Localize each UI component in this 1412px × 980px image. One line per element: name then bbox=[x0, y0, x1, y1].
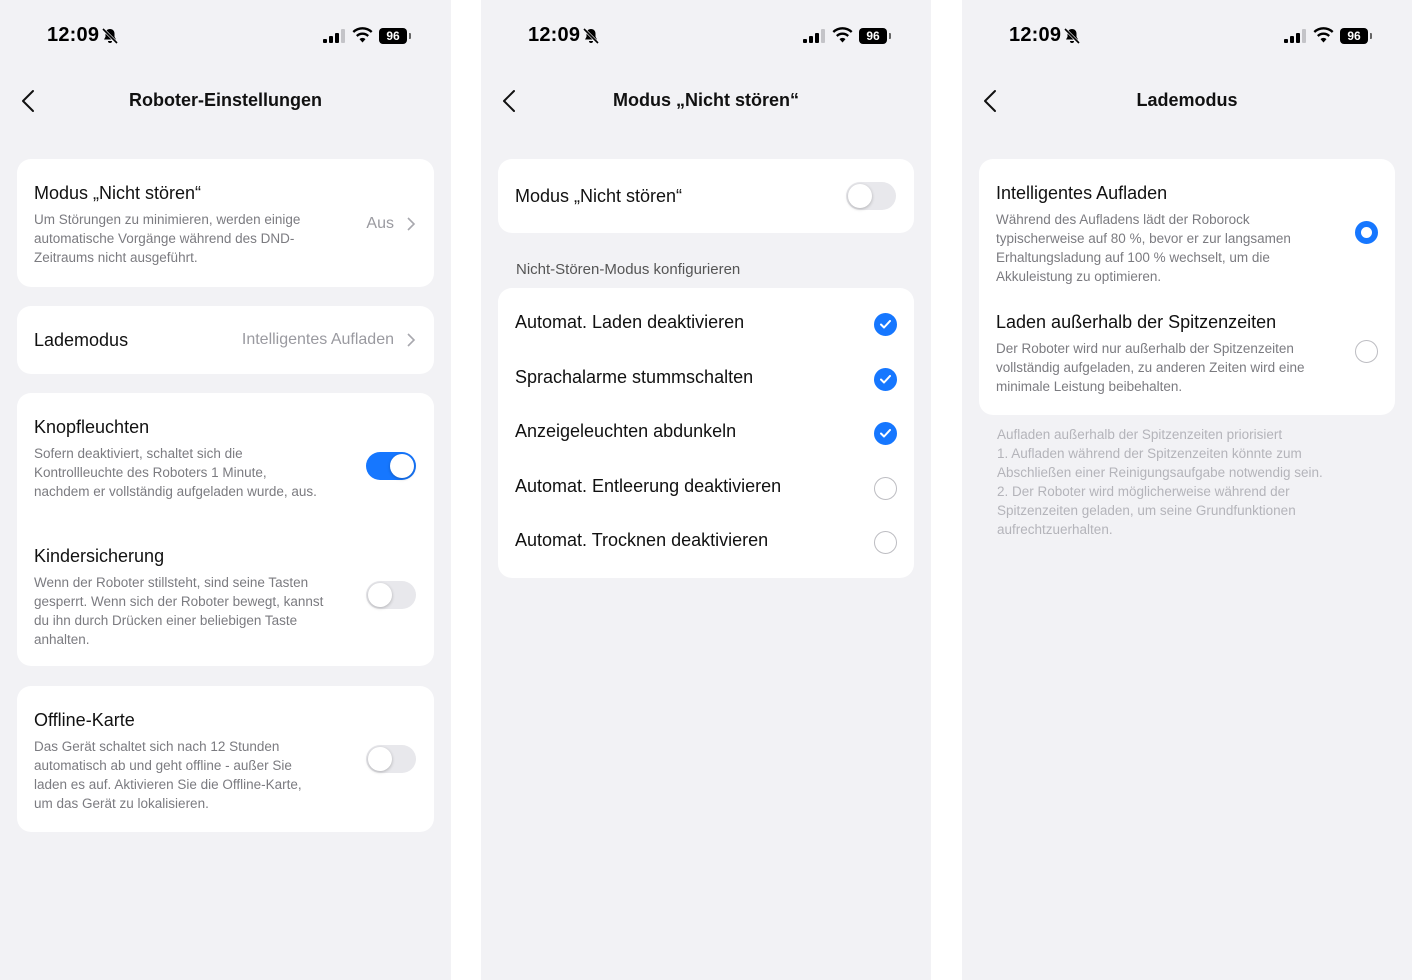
lights-lock-card: Knopfleuchten Sofern deaktiviert, schalt… bbox=[17, 393, 434, 666]
page-title: Roboter-Einstellungen bbox=[129, 90, 322, 110]
dnd-toggle-label: Modus „Nicht stören“ bbox=[515, 186, 683, 206]
chevron-right-icon bbox=[407, 217, 416, 231]
offline-map-desc: Das Gerät schaltet sich nach 12 Stunden … bbox=[34, 739, 302, 811]
childlock-title: Kindersicherung bbox=[34, 546, 165, 566]
option-label: Automat. Trocknen deaktivieren bbox=[515, 530, 769, 550]
dnd-toggle[interactable] bbox=[846, 182, 896, 210]
status-time: 12:09 bbox=[47, 24, 100, 46]
checkmark-icon bbox=[880, 429, 891, 438]
dnd-setting-value: Aus bbox=[366, 215, 394, 232]
nav-bar: Lademodus bbox=[962, 78, 1412, 124]
option-label: Sprachalarme stummschalten bbox=[515, 367, 754, 387]
option-desc: Während des Aufladens lädt der Roborock … bbox=[996, 212, 1291, 284]
option-label: Anzeigeleuchten abdunkeln bbox=[515, 421, 737, 441]
battery-icon: 96 bbox=[379, 28, 411, 44]
status-bar: 12:09 96 bbox=[962, 0, 1412, 70]
checkmark-icon bbox=[880, 320, 891, 329]
buttonlights-title: Knopfleuchten bbox=[34, 417, 150, 437]
bell-slash-icon bbox=[1063, 27, 1081, 45]
checkmark-icon bbox=[880, 375, 891, 384]
option-desc: Der Roboter wird nur außerhalb der Spitz… bbox=[996, 341, 1305, 394]
charge-mode-value: Intelligentes Aufladen bbox=[241, 331, 394, 348]
screen-dnd-mode: 12:09 96 Modus „Nicht stören“ Modus „Nic… bbox=[481, 0, 931, 980]
offline-map-card: Offline-Karte Das Gerät schaltet sich na… bbox=[17, 686, 434, 832]
list-item[interactable]: Automat. Entleerung deaktivieren bbox=[498, 461, 914, 515]
status-bar: 12:09 96 bbox=[481, 0, 931, 70]
option-label: Automat. Entleerung deaktivieren bbox=[515, 476, 782, 496]
page-title: Lademodus bbox=[1136, 90, 1238, 110]
option-checkbox[interactable] bbox=[874, 531, 897, 554]
childlock-toggle[interactable] bbox=[366, 581, 416, 609]
option-checkbox[interactable] bbox=[874, 313, 897, 336]
signal-icon bbox=[1284, 29, 1306, 43]
status-time: 12:09 bbox=[1009, 24, 1062, 46]
charge-mode-row[interactable]: Lademodus Intelligentes Aufladen bbox=[17, 306, 434, 374]
charge-mode-title: Lademodus bbox=[34, 330, 129, 350]
charge-option-smart[interactable]: Intelligentes Aufladen Während des Aufla… bbox=[996, 183, 1325, 286]
dnd-toggle-row: Modus „Nicht stören“ bbox=[498, 159, 914, 233]
childlock-desc: Wenn der Roboter stillsteht, sind seine … bbox=[34, 575, 324, 647]
screen-charge-mode: 12:09 96 Lademodus Intelligentes Auflade… bbox=[962, 0, 1412, 980]
dnd-options-card: Automat. Laden deaktivieren Sprachalarme… bbox=[498, 288, 914, 578]
offline-map-toggle[interactable] bbox=[366, 745, 416, 773]
status-time: 12:09 bbox=[528, 24, 581, 46]
signal-icon bbox=[323, 29, 345, 43]
page-title: Modus „Nicht stören“ bbox=[612, 90, 799, 110]
option-title: Laden außerhalb der Spitzenzeiten bbox=[996, 312, 1277, 332]
dnd-setting-row[interactable]: Modus „Nicht stören“ Um Störungen zu min… bbox=[17, 159, 434, 287]
option-checkbox[interactable] bbox=[874, 368, 897, 391]
list-item[interactable]: Automat. Laden deaktivieren bbox=[498, 297, 914, 351]
list-item[interactable]: Sprachalarme stummschalten bbox=[498, 352, 914, 406]
screen-robot-settings: 12:09 96 Roboter-Einstellungen Modus „Ni… bbox=[0, 0, 451, 980]
buttonlights-desc: Sofern deaktiviert, schaltet sich die Ko… bbox=[34, 446, 317, 499]
signal-icon bbox=[803, 29, 825, 43]
buttonlights-toggle[interactable] bbox=[366, 452, 416, 480]
wifi-icon bbox=[832, 27, 853, 43]
battery-icon: 96 bbox=[859, 28, 891, 44]
dnd-setting-desc: Um Störungen zu minimieren, werden einig… bbox=[34, 212, 301, 265]
wifi-icon bbox=[1313, 27, 1334, 43]
option-radio[interactable] bbox=[1355, 340, 1378, 363]
dnd-setting-title: Modus „Nicht stören“ bbox=[34, 183, 202, 203]
list-item[interactable]: Automat. Trocknen deaktivieren bbox=[498, 515, 914, 569]
offline-map-title: Offline-Karte bbox=[34, 710, 135, 730]
charge-option-offpeak[interactable]: Laden außerhalb der Spitzenzeiten Der Ro… bbox=[996, 312, 1325, 396]
nav-bar: Modus „Nicht stören“ bbox=[481, 78, 931, 124]
chevron-right-icon bbox=[407, 333, 416, 347]
section-label: Nicht-Stören-Modus konfigurieren bbox=[516, 261, 741, 278]
wifi-icon bbox=[352, 27, 373, 43]
option-label: Automat. Laden deaktivieren bbox=[515, 312, 745, 332]
option-radio[interactable] bbox=[1355, 221, 1378, 244]
footnote-text: Aufladen außerhalb der Spitzenzeiten pri… bbox=[997, 427, 1323, 537]
nav-bar: Roboter-Einstellungen bbox=[0, 78, 451, 124]
status-bar: 12:09 96 bbox=[0, 0, 451, 70]
charge-options-card: Intelligentes Aufladen Während des Aufla… bbox=[979, 159, 1395, 415]
list-item[interactable]: Anzeigeleuchten abdunkeln bbox=[498, 406, 914, 460]
bell-slash-icon bbox=[582, 27, 600, 45]
bell-slash-icon bbox=[101, 27, 119, 45]
option-title: Intelligentes Aufladen bbox=[996, 183, 1168, 203]
option-checkbox[interactable] bbox=[874, 422, 897, 445]
battery-icon: 96 bbox=[1340, 28, 1372, 44]
option-checkbox[interactable] bbox=[874, 477, 897, 500]
